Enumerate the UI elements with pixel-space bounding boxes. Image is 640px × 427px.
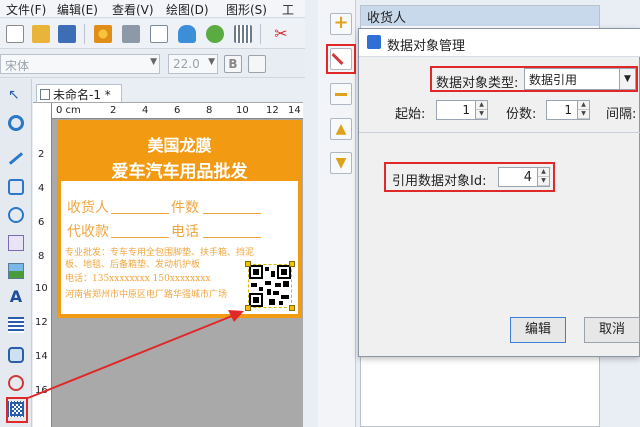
cancel-button[interactable]: 取消 <box>584 317 640 343</box>
interval-label: 间隔: <box>606 107 637 122</box>
count-value: 1 <box>564 103 572 117</box>
dialog-divider <box>359 132 640 133</box>
edit-button[interactable]: 编辑 <box>510 317 566 343</box>
move-down-icon[interactable]: ▼ <box>330 152 352 174</box>
count-label: 份数: <box>506 107 537 122</box>
data-list-selected-item[interactable]: 收货人 <box>361 6 599 26</box>
type-select-highlight <box>430 66 638 92</box>
ref-id-highlight <box>384 162 555 192</box>
count-spin-buttons[interactable]: ▲ ▼ <box>577 101 589 119</box>
start-label: 起始: <box>395 107 426 122</box>
start-value: 1 <box>462 103 470 117</box>
dialog-title: 数据对象管理 <box>387 39 466 54</box>
add-icon[interactable]: + <box>330 13 352 35</box>
count-stepper[interactable]: 1 ▲ ▼ <box>546 100 590 120</box>
move-up-icon[interactable]: ▲ <box>330 118 352 140</box>
start-spin-buttons[interactable]: ▲ ▼ <box>475 101 487 119</box>
minus-bar <box>335 93 347 96</box>
start-stepper[interactable]: 1 ▲ ▼ <box>436 100 488 120</box>
dialog-titlebar[interactable]: 数据对象管理 <box>359 29 640 57</box>
edit-button-highlight <box>326 44 356 74</box>
remove-icon[interactable] <box>330 83 352 105</box>
dialog-app-icon <box>367 35 381 49</box>
